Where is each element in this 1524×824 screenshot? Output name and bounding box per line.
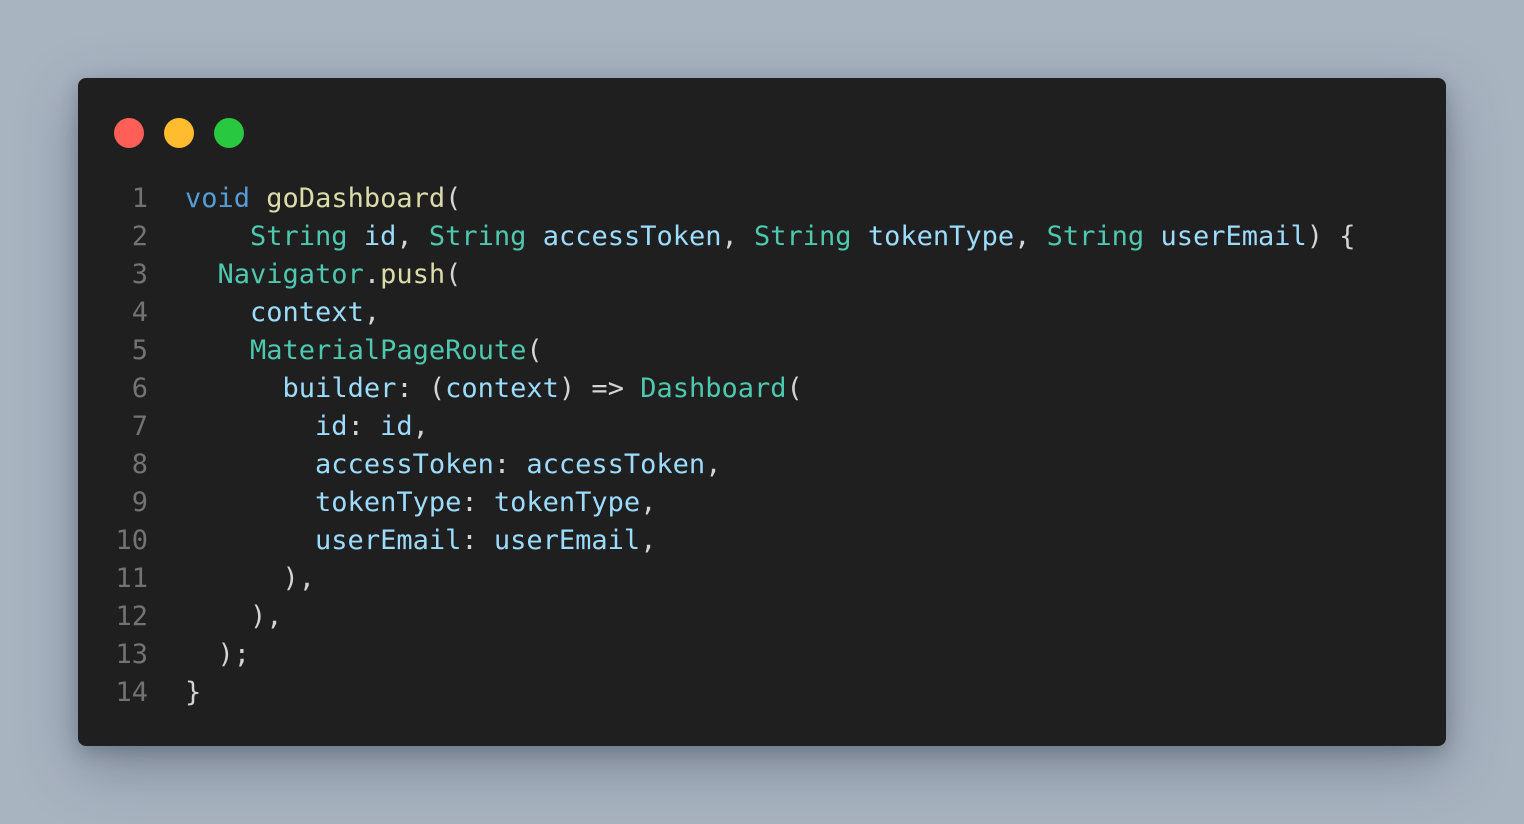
- code-token: String: [1046, 221, 1145, 252]
- line-number: 13: [115, 639, 148, 670]
- code-token: accessToken: [526, 449, 706, 480]
- code-token: (: [786, 373, 803, 404]
- code-token: tokenType: [493, 487, 641, 518]
- code-token: :: [461, 525, 494, 556]
- code-token: id: [315, 411, 348, 442]
- code-token: push: [380, 259, 446, 290]
- code-text: accessToken: accessToken,: [185, 446, 721, 484]
- code-text: );: [185, 636, 251, 674]
- line-number: 4: [131, 297, 148, 328]
- code-token: id: [363, 221, 397, 252]
- code-token: ),: [282, 563, 316, 594]
- code-text: tokenType: tokenType,: [185, 484, 656, 522]
- code-token: tokenType: [315, 487, 462, 518]
- code-token: context: [250, 297, 364, 328]
- code-text: ),: [185, 598, 283, 636]
- code-token: MaterialPageRoute: [250, 335, 527, 366]
- code-token: :: [347, 411, 381, 442]
- code-token: builder: [282, 373, 397, 404]
- code-token: ,: [396, 221, 429, 252]
- line-number: 6: [131, 373, 148, 404]
- code-token: context: [445, 373, 559, 404]
- code-token: void: [185, 183, 251, 214]
- code-token: userEmail: [493, 525, 641, 556]
- code-text: void goDashboard(: [185, 180, 461, 218]
- code-token: .: [363, 259, 381, 290]
- code-token: (: [445, 183, 462, 214]
- code-token: userEmail: [315, 525, 462, 556]
- line-number: 12: [115, 601, 148, 632]
- code-token: ,: [640, 487, 657, 518]
- line-number: 3: [131, 259, 148, 290]
- code-token: (: [445, 259, 462, 290]
- code-token: ,: [363, 297, 381, 328]
- code-token: );: [217, 639, 251, 670]
- code-token: :: [493, 449, 527, 480]
- code-token: ) {: [1306, 221, 1356, 252]
- code-token: ,: [705, 449, 722, 480]
- code-token: Dashboard: [640, 373, 787, 404]
- line-number: 11: [115, 563, 148, 594]
- line-number: 14: [115, 677, 148, 708]
- code-token: }: [185, 677, 202, 708]
- code-token: accessToken: [315, 449, 494, 480]
- line-number: 9: [131, 487, 148, 518]
- code-text: id: id,: [185, 408, 429, 446]
- code-token: : (: [396, 373, 446, 404]
- line-number: 5: [131, 335, 148, 366]
- code-token: ,: [412, 411, 429, 442]
- code-token: :: [461, 487, 494, 518]
- line-number: 1: [131, 183, 148, 214]
- line-number: 8: [131, 449, 148, 480]
- line-number: 2: [131, 221, 148, 252]
- code-text: context,: [185, 294, 380, 332]
- code-text: String id, String accessToken, String to…: [185, 218, 1356, 256]
- line-number: 7: [131, 411, 148, 442]
- code-token: ,: [1014, 221, 1047, 252]
- code-token: (: [526, 335, 543, 366]
- code-token: ),: [250, 601, 283, 632]
- code-text: builder: (context) => Dashboard(: [185, 370, 803, 408]
- code-token: goDashboard: [266, 183, 446, 214]
- code-token: Navigator: [217, 259, 364, 290]
- code-token: String: [250, 221, 348, 252]
- code-text: Navigator.push(: [185, 256, 462, 294]
- close-dot-icon[interactable]: [114, 118, 144, 148]
- code-text: MaterialPageRoute(: [185, 332, 543, 370]
- maximize-dot-icon[interactable]: [214, 118, 244, 148]
- code-token: String: [754, 221, 852, 252]
- code-text: ),: [185, 560, 316, 598]
- code-token: tokenType: [867, 221, 1015, 252]
- code-token: accessToken: [542, 221, 722, 252]
- code-token: ) =>: [558, 373, 641, 404]
- code-text: userEmail: userEmail,: [185, 522, 656, 560]
- code-text: }: [185, 674, 201, 712]
- code-token: id: [380, 411, 413, 442]
- code-token: String: [428, 221, 527, 252]
- minimize-dot-icon[interactable]: [164, 118, 194, 148]
- line-number: 10: [115, 525, 148, 556]
- code-token: userEmail: [1160, 221, 1307, 252]
- code-token: ,: [721, 221, 755, 252]
- code-token: ,: [640, 525, 657, 556]
- code-window: 1 void goDashboard(2 String id, String ac…: [78, 78, 1446, 746]
